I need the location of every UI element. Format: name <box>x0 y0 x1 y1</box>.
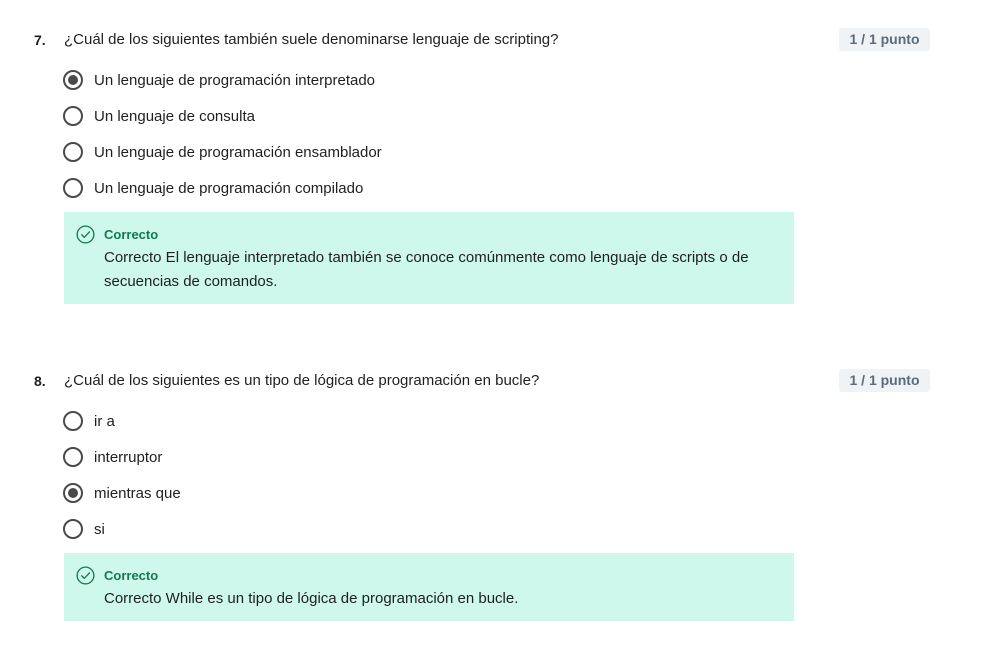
radio-unselected[interactable] <box>63 447 83 467</box>
question-8: 8. ¿Cuál de los siguientes es un tipo de… <box>0 369 995 393</box>
question-text: ¿Cuál de los siguientes también suele de… <box>64 31 559 48</box>
feedback-correct: Correcto Correcto El lenguaje interpreta… <box>64 212 794 304</box>
answer-options: Un lenguaje de programación interpretado… <box>63 62 382 206</box>
answer-option[interactable]: Un lenguaje de programación interpretado <box>63 62 382 98</box>
answer-option[interactable]: si <box>63 511 181 547</box>
option-label: Un lenguaje de programación compilado <box>94 179 364 197</box>
radio-unselected[interactable] <box>63 106 83 126</box>
option-label: ir a <box>94 412 115 430</box>
answer-option[interactable]: interruptor <box>63 439 181 475</box>
check-circle-icon <box>76 225 95 244</box>
feedback-text: Correcto El lenguaje interpretado tambié… <box>104 249 749 290</box>
feedback-title: Correcto <box>104 227 159 242</box>
radio-unselected[interactable] <box>63 178 83 198</box>
answer-option[interactable]: ir a <box>63 403 181 439</box>
feedback-text: Correcto While es un tipo de lógica de p… <box>104 590 519 607</box>
option-label: Un lenguaje de programación ensamblador <box>94 143 382 161</box>
question-header: 8. ¿Cuál de los siguientes es un tipo de… <box>0 369 995 393</box>
radio-selected[interactable] <box>63 70 83 90</box>
radio-selected[interactable] <box>63 483 83 503</box>
answer-option[interactable]: mientras que <box>63 475 181 511</box>
question-number: 8. <box>34 373 46 389</box>
option-label: mientras que <box>94 484 181 502</box>
option-label: Un lenguaje de programación interpretado <box>94 71 376 89</box>
feedback-correct: Correcto Correcto While es un tipo de ló… <box>64 553 794 621</box>
question-7: 7. ¿Cuál de los siguientes también suele… <box>0 28 995 52</box>
question-number: 7. <box>34 32 46 48</box>
question-text: ¿Cuál de los siguientes es un tipo de ló… <box>64 372 540 389</box>
answer-option[interactable]: Un lenguaje de programación compilado <box>63 170 382 206</box>
radio-unselected[interactable] <box>63 519 83 539</box>
score-badge: 1 / 1 punto <box>839 369 930 392</box>
radio-unselected[interactable] <box>63 411 83 431</box>
answer-option[interactable]: Un lenguaje de consulta <box>63 98 382 134</box>
check-circle-icon <box>76 566 95 585</box>
answer-options: ir a interruptor mientras que si <box>63 403 181 547</box>
option-label: si <box>94 520 105 538</box>
question-header: 7. ¿Cuál de los siguientes también suele… <box>0 28 995 52</box>
option-label: interruptor <box>94 448 163 466</box>
score-badge: 1 / 1 punto <box>839 28 930 51</box>
answer-option[interactable]: Un lenguaje de programación ensamblador <box>63 134 382 170</box>
radio-unselected[interactable] <box>63 142 83 162</box>
option-label: Un lenguaje de consulta <box>94 107 255 125</box>
feedback-title: Correcto <box>104 568 159 583</box>
